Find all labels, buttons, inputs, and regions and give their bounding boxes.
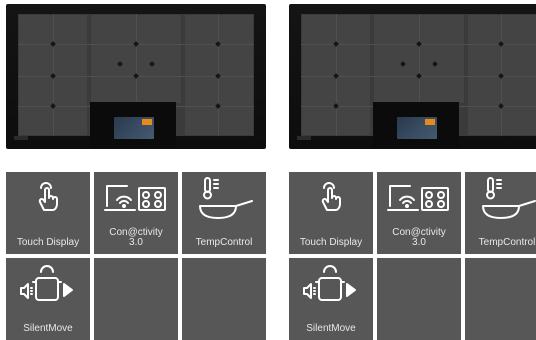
feature-tile: SilentMove [6,258,90,340]
screen-accent [142,119,152,125]
brand-mark [297,136,311,140]
feature-label-line: Touch Display [16,237,80,248]
empty-feature-tile [377,258,461,340]
feature-label: Con@ctivity 3.0 [377,228,461,248]
touch-screen [114,117,154,139]
empty-feature-tile [94,258,178,340]
feature-label-line: TempControl [195,237,253,248]
empty-feature-tile [182,258,266,340]
touch-hand-icon [318,180,344,219]
feature-tile: TempControl [182,172,266,254]
feature-label: Con@ctivity 3.0 [94,228,178,248]
feature-label: Touch Display [6,238,90,248]
feature-grid: Touch Display Con@ctivity 3.0 TempControl Si… [6,172,266,340]
screen-accent [425,119,435,125]
feature-label: SilentMove [6,324,90,334]
feature-label-line: 3.0 [129,237,143,248]
silent-pot-icon [18,264,78,309]
control-display-area [373,102,459,148]
silent-pot-icon [301,264,361,309]
feature-grid: Touch Display Con@ctivity 3.0 TempControl Si… [289,172,536,340]
thermometer-pan-icon [481,176,536,227]
feature-label: TempControl [182,238,266,248]
thermometer-pan-icon [198,176,254,227]
feature-label-line: 3.0 [412,237,426,248]
feature-tile: SilentMove [289,258,373,340]
feature-label-line: TempControl [478,237,536,248]
feature-label-line: Touch Display [299,237,363,248]
feature-tile: Touch Display [6,172,90,254]
connectivity-hob-icon [103,182,169,219]
product-panel-right: Touch Display Con@ctivity 3.0 TempControl Si… [289,0,536,340]
brand-mark [14,136,28,140]
feature-label-line: SilentMove [23,323,73,334]
feature-tile: Touch Display [289,172,373,254]
connectivity-hob-icon [386,182,452,219]
control-display-area [90,102,176,148]
feature-label: Touch Display [289,238,373,248]
product-panel-left: Touch Display Con@ctivity 3.0 TempControl Si… [6,0,266,340]
touch-hand-icon [35,180,61,219]
feature-tile: Con@ctivity 3.0 [377,172,461,254]
touch-screen [397,117,437,139]
empty-feature-tile [465,258,536,340]
feature-tile: Con@ctivity 3.0 [94,172,178,254]
feature-label-line: SilentMove [306,323,356,334]
cooktop-image [289,4,536,149]
feature-label: TempControl [465,238,536,248]
feature-tile: TempControl [465,172,536,254]
feature-label: SilentMove [289,324,373,334]
cooktop-image [6,4,266,149]
